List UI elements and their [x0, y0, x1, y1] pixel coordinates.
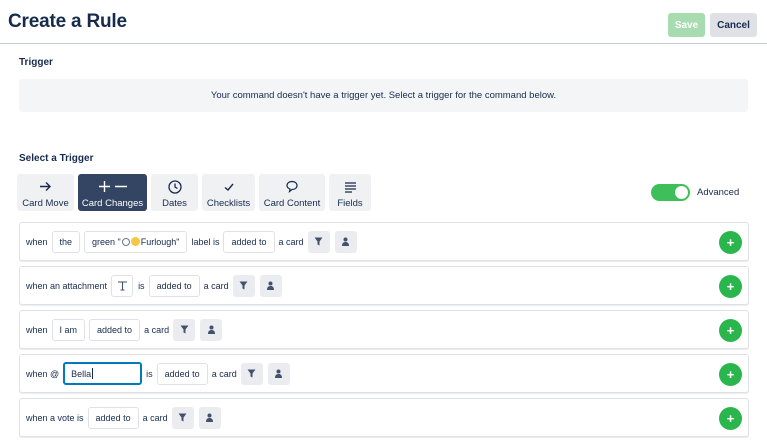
tab-label: Checklists	[206, 198, 251, 209]
user-button[interactable]	[334, 230, 357, 253]
trigger-tabs: Card Move Card Changes Dates Checklists …	[17, 174, 371, 211]
cancel-button[interactable]: Cancel	[710, 13, 757, 37]
row-text: a card	[144, 324, 170, 335]
row-text: when	[26, 236, 48, 247]
action-selector[interactable]: added to	[87, 406, 139, 429]
attachment-type-selector[interactable]	[111, 274, 134, 297]
person-icon	[206, 413, 214, 422]
plus-minus-icon	[98, 178, 128, 195]
select-trigger-title: Select a Trigger	[19, 153, 94, 164]
add-trigger-button[interactable]: +	[719, 231, 742, 254]
action-selector[interactable]: added to	[223, 230, 275, 253]
row-text: when @	[26, 368, 60, 379]
smile-emoji-icon	[130, 237, 140, 246]
advanced-label: Advanced	[697, 187, 740, 198]
tab-label: Card Move	[22, 198, 69, 209]
trigger-row-member: when I am added to a card +	[19, 310, 749, 349]
action-selector[interactable]: added to	[148, 274, 200, 297]
add-trigger-button[interactable]: +	[719, 363, 742, 386]
add-trigger-button[interactable]: +	[719, 407, 742, 430]
text-format-icon	[117, 280, 127, 291]
trigger-section-title: Trigger	[19, 57, 53, 68]
user-button[interactable]	[198, 406, 221, 429]
article-selector[interactable]: the	[51, 230, 81, 253]
add-trigger-button[interactable]: +	[719, 275, 742, 298]
person-icon	[275, 369, 283, 378]
username-input-value: Bella	[71, 368, 92, 379]
filter-button[interactable]	[240, 362, 263, 385]
arrow-right-icon	[39, 178, 52, 195]
tab-card-changes[interactable]: Card Changes	[78, 174, 147, 211]
label-value-rest: Furlough"	[140, 236, 180, 247]
username-input[interactable]: Bella	[63, 362, 143, 385]
tab-fields[interactable]: Fields	[329, 174, 371, 211]
tab-label: Card Content	[263, 198, 321, 209]
filter-icon	[247, 369, 256, 378]
filter-icon	[180, 325, 189, 334]
text-cursor	[92, 368, 94, 379]
tab-label: Card Changes	[81, 198, 144, 209]
filter-button[interactable]	[307, 230, 330, 253]
row-text: when a vote is	[26, 412, 84, 423]
row-text: when an attachment	[26, 280, 108, 291]
filter-button[interactable]	[173, 318, 196, 341]
label-selector[interactable]: green " Furlough"	[84, 230, 188, 253]
trigger-empty-message: Your command doesn't have a trigger yet.…	[210, 90, 557, 101]
row-text: a card	[203, 280, 229, 291]
toggle-knob	[675, 186, 688, 199]
advanced-toggle[interactable]	[651, 184, 690, 201]
row-text: a card	[278, 236, 304, 247]
comment-icon	[285, 178, 299, 195]
subject-selector[interactable]: I am	[51, 318, 86, 341]
person-icon	[207, 325, 215, 334]
user-button[interactable]	[259, 274, 282, 297]
tab-label: Dates	[162, 198, 187, 209]
user-button[interactable]	[200, 318, 223, 341]
row-text: a card	[211, 368, 237, 379]
action-selector[interactable]: added to	[89, 318, 141, 341]
filter-icon	[314, 237, 323, 246]
row-text: label is	[191, 236, 220, 247]
tab-card-move[interactable]: Card Move	[17, 174, 74, 211]
row-text: a card	[142, 412, 168, 423]
lines-icon	[344, 178, 357, 195]
tab-checklists[interactable]: Checklists	[202, 174, 255, 211]
trigger-row-attachment: when an attachment is added to a card +	[19, 266, 749, 305]
header: Create a Rule Save Cancel	[0, 0, 767, 44]
row-text: when	[26, 324, 48, 335]
trigger-row-label: when the green " Furlough" label is adde…	[19, 222, 749, 261]
checkmark-icon	[223, 178, 235, 195]
trigger-empty-box: Your command doesn't have a trigger yet.…	[19, 79, 748, 112]
tab-card-content[interactable]: Card Content	[259, 174, 325, 211]
row-text: is	[138, 280, 145, 291]
trigger-row-vote: when a vote is added to a card +	[19, 398, 749, 437]
trigger-row-mention: when @ Bella is added to a card +	[19, 354, 749, 393]
label-value: green "	[92, 236, 121, 247]
tab-label: Fields	[337, 198, 363, 209]
filter-icon	[178, 413, 187, 422]
filter-icon	[239, 281, 248, 290]
filter-button[interactable]	[171, 406, 194, 429]
person-icon	[267, 281, 275, 290]
clock-emoji-icon	[121, 237, 130, 246]
add-trigger-button[interactable]: +	[719, 319, 742, 342]
save-button[interactable]: Save	[668, 13, 705, 37]
action-selector[interactable]: added to	[156, 362, 208, 385]
row-text: is	[146, 368, 153, 379]
user-button[interactable]	[267, 362, 290, 385]
page-title: Create a Rule	[8, 11, 127, 32]
tab-dates[interactable]: Dates	[151, 174, 198, 211]
person-icon	[342, 237, 350, 246]
filter-button[interactable]	[232, 274, 255, 297]
clock-icon	[167, 178, 182, 195]
